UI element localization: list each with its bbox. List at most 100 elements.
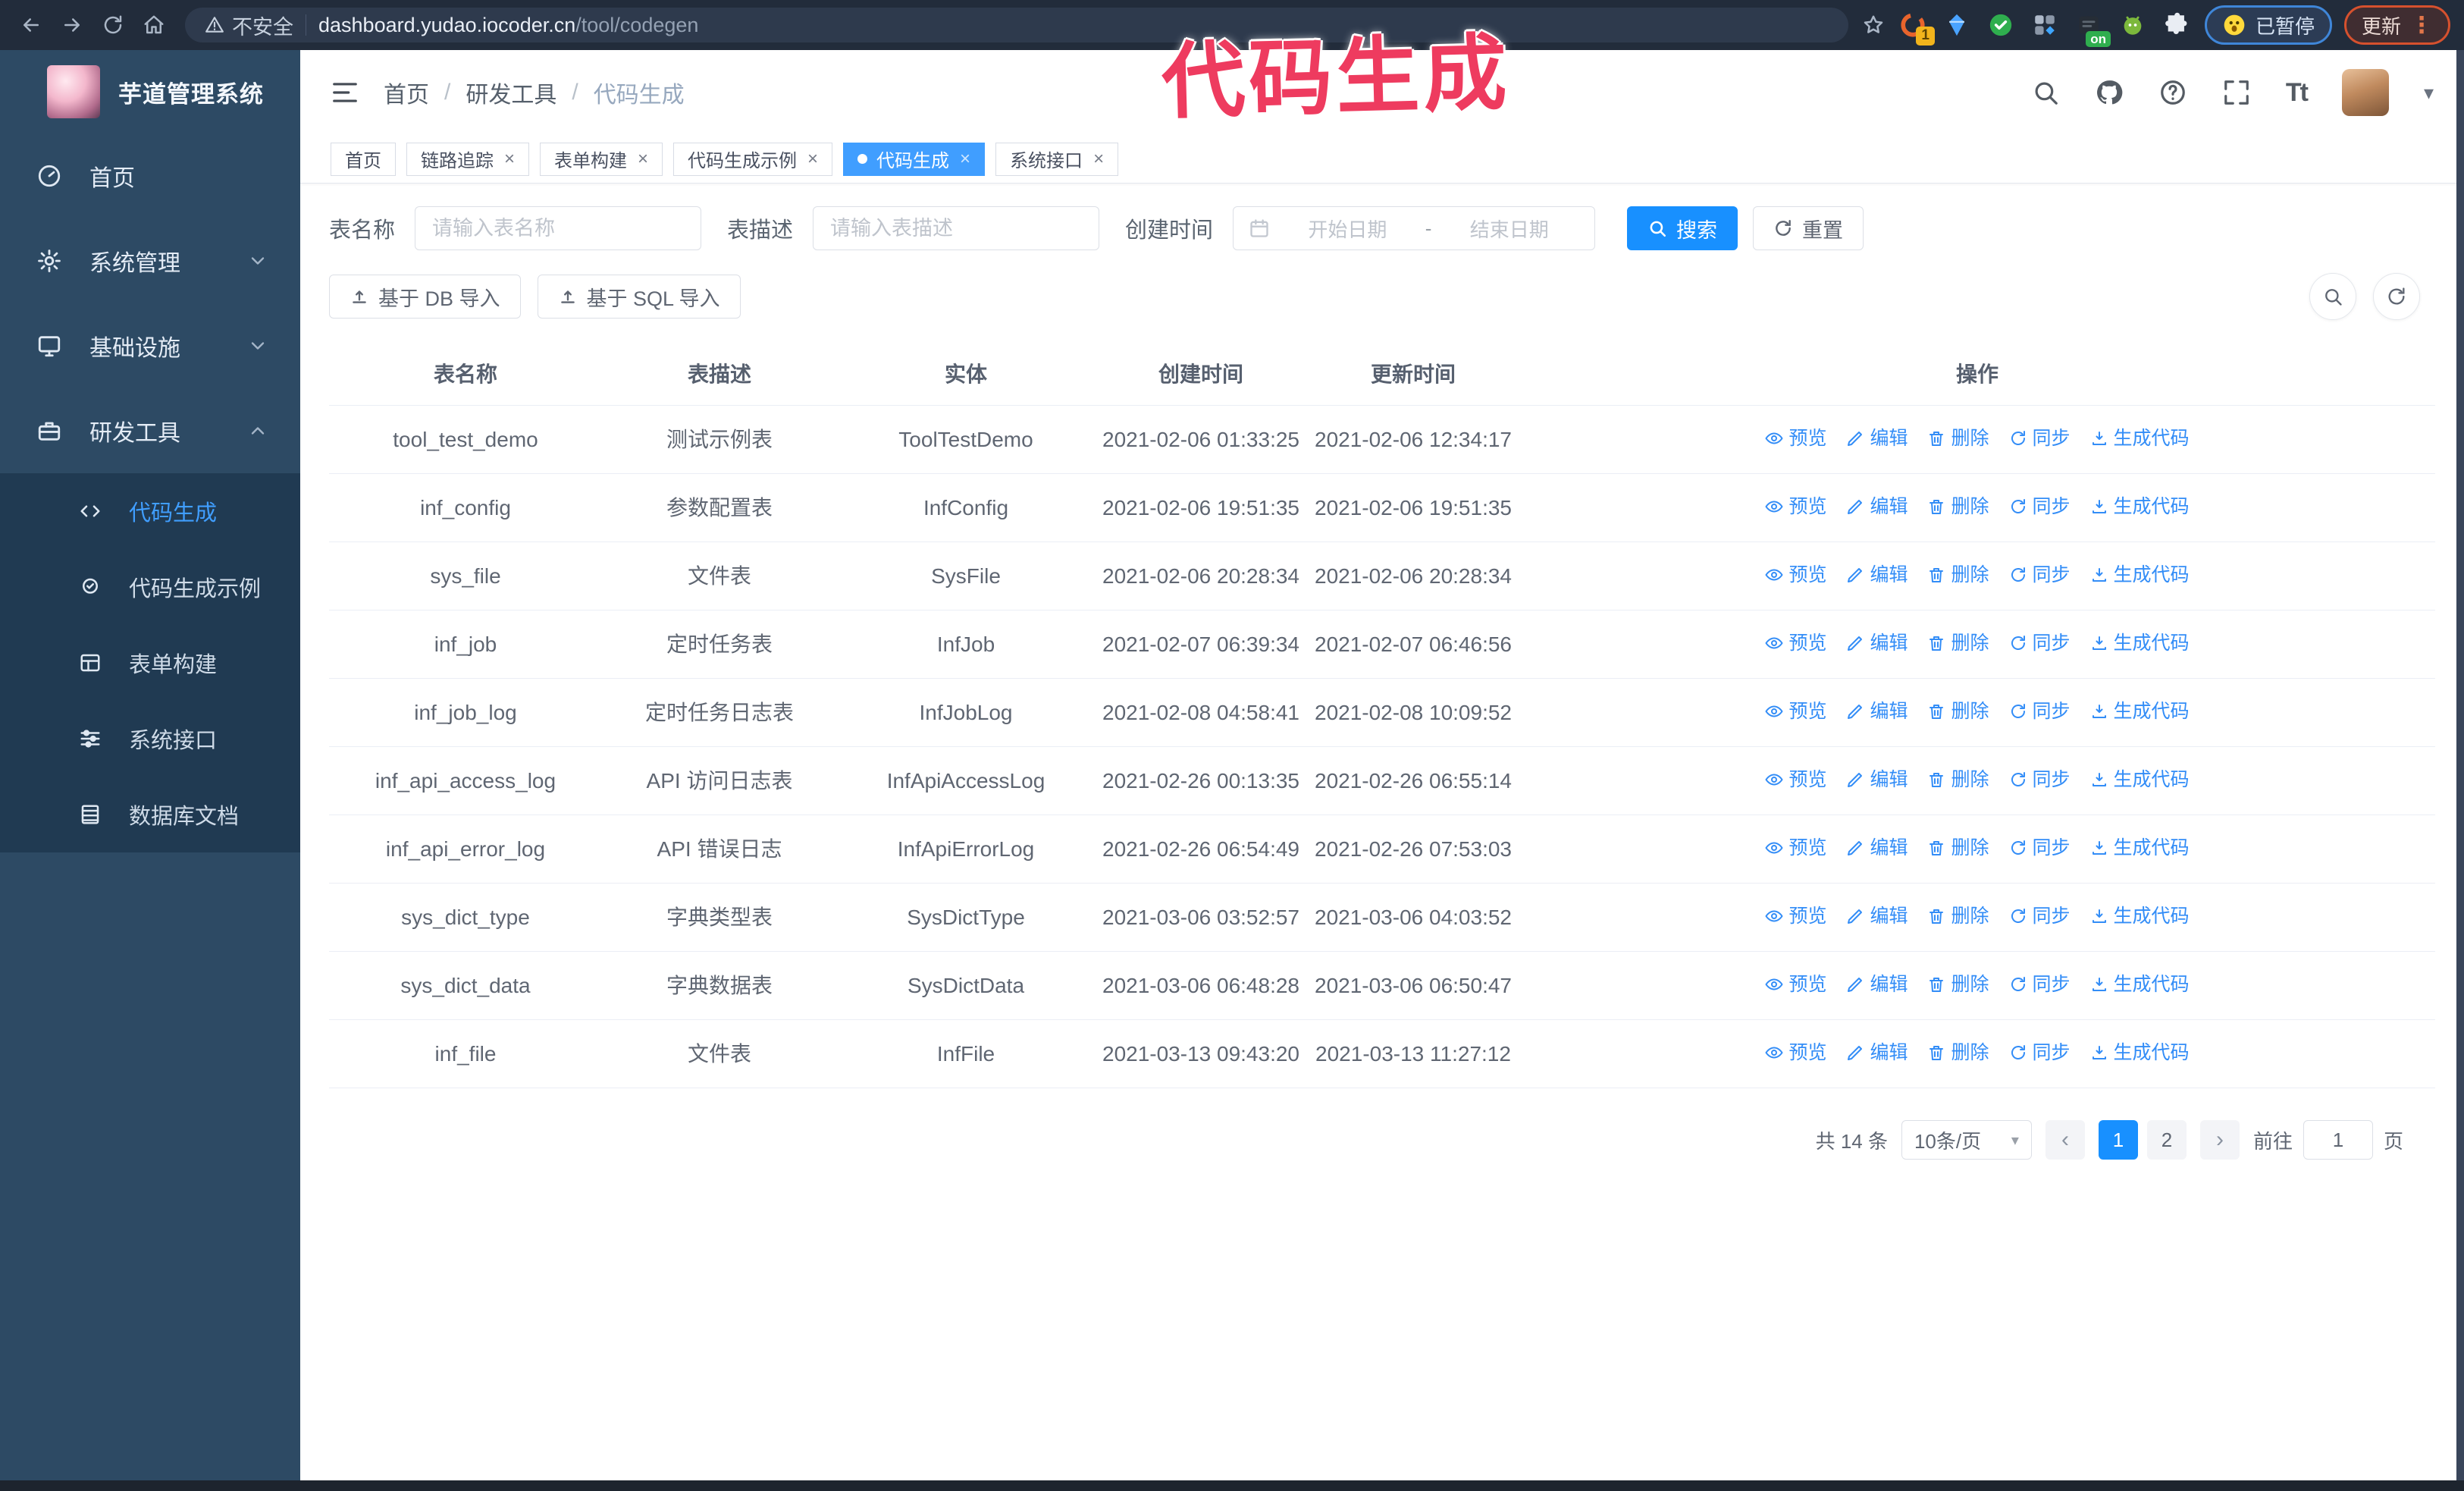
puzzle-extensions-icon[interactable] [2161,9,2193,41]
browser-reload-icon[interactable] [96,8,130,42]
delete-link[interactable]: 删除 [1927,968,1989,1000]
generate-code-link[interactable]: 生成代码 [2090,491,2190,523]
sync-link[interactable]: 同步 [2009,764,2071,796]
delete-link[interactable]: 删除 [1927,1037,1989,1069]
tab-0[interactable]: 首页 [331,142,396,176]
delete-link[interactable]: 删除 [1927,764,1989,796]
toggle-search-button[interactable] [2309,273,2356,320]
delete-link[interactable]: 删除 [1927,832,1989,864]
preview-link[interactable]: 预览 [1765,764,1826,796]
table-desc-input[interactable] [813,206,1100,250]
sidebar-logo-row[interactable]: 芋道管理系统 [0,50,300,133]
start-date-placeholder[interactable]: 开始日期 [1277,215,1418,243]
delete-link[interactable]: 删除 [1927,900,1989,932]
edit-link[interactable]: 编辑 [1846,695,1908,727]
generate-code-link[interactable]: 生成代码 [2090,900,2190,932]
edit-link[interactable]: 编辑 [1846,900,1908,932]
reset-button[interactable]: 重置 [1753,206,1864,250]
breadcrumb-item[interactable]: 首页 [384,76,429,109]
edit-link[interactable]: 编辑 [1846,1037,1908,1069]
preview-link[interactable]: 预览 [1765,900,1826,932]
refresh-table-button[interactable] [2373,273,2420,320]
end-date-placeholder[interactable]: 结束日期 [1439,215,1579,243]
font-size-icon[interactable]: Tt [2286,78,2309,108]
tab-3[interactable]: 代码生成示例 × [673,142,833,176]
edit-link[interactable]: 编辑 [1846,968,1908,1000]
generate-code-link[interactable]: 生成代码 [2090,968,2190,1000]
import-sql-button[interactable]: 基于 SQL 导入 [537,275,741,319]
extension-icon-3[interactable] [1985,9,2017,41]
sidebar-subitem-0[interactable]: 代码生成 [0,473,300,549]
generate-code-link[interactable]: 生成代码 [2090,559,2190,591]
browser-update-button[interactable]: 更新 ⋮ [2343,5,2450,45]
edit-link[interactable]: 编辑 [1846,764,1908,796]
preview-link[interactable]: 预览 [1765,1037,1826,1069]
delete-link[interactable]: 删除 [1927,559,1989,591]
sync-link[interactable]: 同步 [2009,968,2071,1000]
sync-link[interactable]: 同步 [2009,900,2071,932]
next-page-button[interactable]: › [2199,1120,2240,1160]
tab-1[interactable]: 链路追踪 × [406,142,530,176]
sidebar-item-2[interactable]: 基础设施 [0,303,300,388]
address-bar[interactable]: 不安全 dashboard.yudao.iocoder.cn/tool/code… [185,8,1848,42]
edit-link[interactable]: 编辑 [1846,627,1908,659]
preview-link[interactable]: 预览 [1765,491,1826,523]
preview-link[interactable]: 预览 [1765,422,1826,454]
extension-icon-2[interactable] [1941,9,1973,41]
sidebar-subitem-3[interactable]: 系统接口 [0,701,300,777]
sync-link[interactable]: 同步 [2009,1037,2071,1069]
preview-link[interactable]: 预览 [1765,627,1826,659]
delete-link[interactable]: 删除 [1927,491,1989,523]
preview-link[interactable]: 预览 [1765,559,1826,591]
sync-link[interactable]: 同步 [2009,695,2071,727]
sync-link[interactable]: 同步 [2009,422,2071,454]
close-icon[interactable]: × [504,149,515,170]
extension-icon-4[interactable] [2029,9,2061,41]
browser-forward-icon[interactable] [55,8,89,42]
fullscreen-icon[interactable] [2222,78,2251,107]
generate-code-link[interactable]: 生成代码 [2090,1037,2190,1069]
tab-4[interactable]: 代码生成 × [843,142,986,176]
browser-back-icon[interactable] [14,8,49,42]
prev-page-button[interactable]: ‹ [2045,1120,2085,1160]
extension-icon-6[interactable] [2117,9,2149,41]
edit-link[interactable]: 编辑 [1846,559,1908,591]
sidebar-item-1[interactable]: 系统管理 [0,218,300,303]
generate-code-link[interactable]: 生成代码 [2090,832,2190,864]
preview-link[interactable]: 预览 [1765,968,1826,1000]
sync-link[interactable]: 同步 [2009,627,2071,659]
sync-link[interactable]: 同步 [2009,832,2071,864]
tab-2[interactable]: 表单构建 × [540,142,663,176]
close-icon[interactable]: × [807,149,818,170]
close-icon[interactable]: × [638,149,648,170]
extension-icon-1[interactable]: 1 [1897,9,1935,46]
delete-link[interactable]: 删除 [1927,627,1989,659]
generate-code-link[interactable]: 生成代码 [2090,764,2190,796]
page-size-select[interactable]: 10条/页 ▾ [1901,1120,2032,1160]
hamburger-icon[interactable] [331,78,359,107]
kebab-menu-icon[interactable]: ⋮ [2410,12,2433,39]
edit-link[interactable]: 编辑 [1846,491,1908,523]
extension-icon-5[interactable]: on [2073,9,2111,47]
edit-link[interactable]: 编辑 [1846,832,1908,864]
delete-link[interactable]: 删除 [1927,422,1989,454]
tab-5[interactable]: 系统接口 × [995,142,1119,176]
table-name-input[interactable] [415,206,702,250]
date-range-picker[interactable]: 开始日期 - 结束日期 [1233,206,1596,250]
bookmark-star-icon[interactable] [1862,14,1885,36]
edit-link[interactable]: 编辑 [1846,422,1908,454]
generate-code-link[interactable]: 生成代码 [2090,695,2190,727]
delete-link[interactable]: 删除 [1927,695,1989,727]
generate-code-link[interactable]: 生成代码 [2090,422,2190,454]
sidebar-item-0[interactable]: 首页 [0,133,300,218]
caret-down-icon[interactable]: ▾ [2424,81,2434,105]
page-button-2[interactable]: 2 [2146,1120,2187,1160]
close-icon[interactable]: × [1093,149,1104,170]
sidebar-subitem-4[interactable]: 数据库文档 [0,777,300,852]
sync-link[interactable]: 同步 [2009,559,2071,591]
sidebar-subitem-1[interactable]: 代码生成示例 [0,549,300,625]
close-icon[interactable]: × [960,149,970,170]
help-icon[interactable] [2158,78,2187,107]
goto-page-input[interactable] [2303,1120,2373,1160]
page-button-1[interactable]: 1 [2098,1120,2138,1160]
